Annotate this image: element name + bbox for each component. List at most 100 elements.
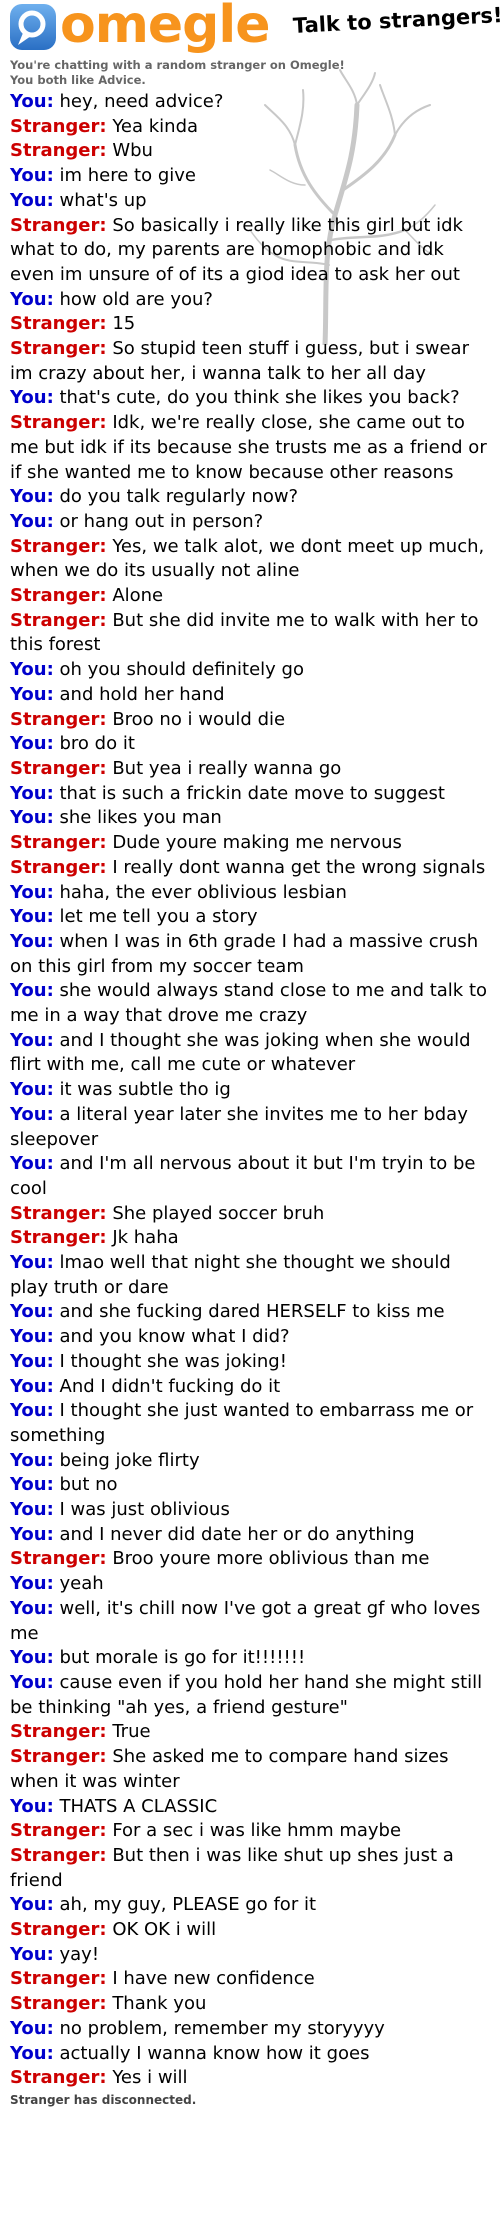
message-text: ah, my guy, PLEASE go for it [59,1894,317,1916]
message-text: when I was in 6th grade I had a massive … [10,930,479,977]
chat-message: Stranger: Thank you [10,1992,492,2017]
message-text: and I thought she was joking when she wo… [10,1029,471,1076]
speaker-you: You: [10,1647,54,1669]
disconnected-status: Stranger has disconnected. [10,2092,197,2107]
chat-message: Stranger: Yes, we talk alot, we dont mee… [10,535,492,584]
speaker-you: You: [10,1301,54,1323]
speaker-you: You: [10,659,54,681]
chat-message: Stranger: But yea i really wanna go [10,757,492,782]
speaker-stranger: Stranger: [10,535,107,557]
chat-message: Stranger: Yea kinda [10,115,492,140]
speaker-you: You: [10,189,54,211]
message-text: Broo youre more oblivious than me [112,1548,430,1570]
header: omegle Talk to strangers! [0,0,500,58]
chat-message: You: im here to give [10,164,492,189]
speaker-you: You: [10,1252,54,1274]
message-text: what's up [59,189,147,211]
message-text: it was subtle tho ig [59,1079,231,1101]
chat-message: Stranger: So basically i really like thi… [10,214,492,288]
speaker-stranger: Stranger: [10,1548,107,1570]
message-text: She played soccer bruh [112,1202,325,1224]
message-text: that's cute, do you think she likes you … [59,387,460,409]
chat-message: You: and I'm all nervous about it but I'… [10,1152,492,1201]
speaker-stranger: Stranger: [10,1919,107,1941]
chat-message: You: that is such a frickin date move to… [10,782,492,807]
chat-message: You: it was subtle tho ig [10,1078,492,1103]
chat-message: You: or hang out in person? [10,510,492,535]
message-text: actually I wanna know how it goes [59,2042,370,2064]
message-text: haha, the ever oblivious lesbian [59,881,347,903]
chat-message: Stranger: Alone [10,584,492,609]
chat-message: Stranger: She played soccer bruh [10,1202,492,1227]
chat-message: You: bro do it [10,732,492,757]
chat-message: You: oh you should definitely go [10,658,492,683]
message-text: do you talk regularly now? [59,486,299,508]
chat-message: You: and hold her hand [10,683,492,708]
message-text: and you know what I did? [59,1326,290,1348]
speaker-you: You: [10,510,54,532]
chat-message: Stranger: She asked me to compare hand s… [10,1745,492,1794]
speaker-stranger: Stranger: [10,115,107,137]
chat-log: You: hey, need advice? Stranger: Yea kind… [0,88,500,2091]
message-text: I have new confidence [112,1968,315,1990]
message-text: Yea kinda [112,115,199,137]
message-text: Alone [112,585,164,607]
message-text: For a sec i was like hmm maybe [112,1820,402,1842]
message-text: no problem, remember my storyyyy [59,2017,385,2039]
message-text: she would always stand close to me and t… [10,980,488,1027]
chat-message: Stranger: Yes i will [10,2066,492,2091]
message-text: Dude youre making me nervous [112,832,402,854]
message-text: but no [59,1474,118,1496]
message-text: I really dont wanna get the wrong signal… [112,856,486,878]
speaker-you: You: [10,1499,54,1521]
chat-message: Stranger: Dude youre making me nervous [10,831,492,856]
speaker-you: You: [10,1474,54,1496]
speaker-you: You: [10,980,54,1002]
speaker-you: You: [10,1103,54,1125]
message-text: Thank you [112,1993,207,2015]
speaker-you: You: [10,1153,54,1175]
speaker-stranger: Stranger: [10,1746,107,1768]
speaker-you: You: [10,1573,54,1595]
speaker-you: You: [10,906,54,928]
chat-message: Stranger: Idk, we're really close, she c… [10,411,492,485]
chat-message: Stranger: But then i was like shut up sh… [10,1844,492,1893]
speaker-stranger: Stranger: [10,585,107,607]
speaker-you: You: [10,807,54,829]
chat-message: You: and I thought she was joking when s… [10,1029,492,1078]
message-text: hey, need advice? [59,91,224,112]
chat-message: You: And I didn't fucking do it [10,1375,492,1400]
message-text: a literal year later she invites me to h… [10,1103,468,1150]
speaker-stranger: Stranger: [10,1844,107,1866]
speaker-you: You: [10,1795,54,1817]
chat-message: You: when I was in 6th grade I had a mas… [10,930,492,979]
chat-message: You: I thought she was joking! [10,1350,492,1375]
omegle-logo-text: omegle [60,0,270,55]
chat-message: Stranger: But she did invite me to walk … [10,609,492,658]
message-text: Broo no i would die [112,708,286,730]
message-text: and I never did date her or do anything [59,1523,415,1545]
speaker-stranger: Stranger: [10,832,107,854]
chat-message: You: that's cute, do you think she likes… [10,386,492,411]
message-text: and she fucking dared HERSELF to kiss me [59,1301,445,1323]
speaker-stranger: Stranger: [10,1227,107,1249]
speaker-you: You: [10,2042,54,2064]
chat-message: Stranger: 15 [10,312,492,337]
speaker-you: You: [10,1079,54,1101]
message-text: that is such a frickin date move to sugg… [59,782,445,804]
speaker-stranger: Stranger: [10,708,107,730]
chat-message: You: how old are you? [10,288,492,313]
message-text: let me tell you a story [59,906,258,928]
speaker-you: You: [10,881,54,903]
message-text: im here to give [59,165,197,187]
speaker-you: You: [10,1943,54,1965]
chat-message: Stranger: For a sec i was like hmm maybe [10,1819,492,1844]
common-interests-text: You both like Advice. [10,73,146,87]
speaker-stranger: Stranger: [10,1968,107,1990]
speaker-you: You: [10,288,54,310]
message-text: 15 [112,313,136,335]
chat-message: You: I was just oblivious [10,1498,492,1523]
speaker-stranger: Stranger: [10,313,107,335]
chat-message: Stranger: I have new confidence [10,1967,492,1992]
speaker-you: You: [10,387,54,409]
